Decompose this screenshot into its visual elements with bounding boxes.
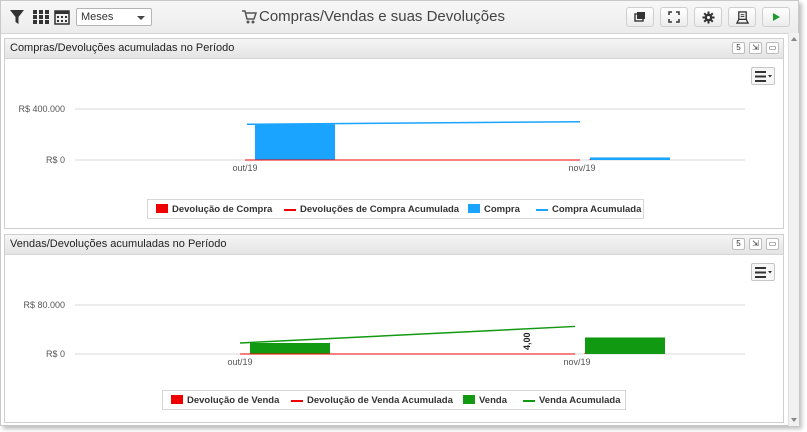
- y-tick-label: R$ 0: [46, 155, 65, 165]
- legend-label: Venda Acumulada: [539, 395, 621, 406]
- period-select[interactable]: Meses: [76, 8, 152, 26]
- legend-item[interactable]: Devoluções de Compra Acumulada: [284, 204, 459, 215]
- panel-expand-button[interactable]: ⇲: [749, 238, 762, 250]
- legend-label: Devoluções de Compra Acumulada: [300, 204, 460, 215]
- window-icon: [634, 12, 645, 22]
- legend-item[interactable]: Compra: [468, 204, 520, 215]
- legend-label: Venda: [479, 395, 507, 406]
- legend-box-swatch: [463, 395, 475, 404]
- legend-label: Devolução de Compra: [172, 204, 273, 215]
- panel-maximize-button[interactable]: ▭: [766, 238, 779, 250]
- legend-box-swatch: [156, 204, 168, 213]
- panel-title: Compras/Devoluções acumuladas no Período: [10, 42, 235, 54]
- scroll-up-icon[interactable]: [789, 35, 799, 43]
- calendar-icon[interactable]: [54, 9, 70, 25]
- bar-compra: [590, 157, 670, 160]
- vendas-panel: Vendas/Devoluções acumuladas no Período …: [4, 234, 784, 423]
- cart-icon: [241, 9, 258, 29]
- window-button[interactable]: [626, 7, 654, 27]
- legend-line-swatch: [284, 209, 296, 211]
- bar-devolucao: [589, 159, 591, 160]
- legend-item[interactable]: Venda: [463, 395, 507, 406]
- x-tick-label: nov/19: [568, 163, 595, 173]
- run-button[interactable]: [762, 7, 790, 27]
- x-tick-label: nov/19: [563, 357, 590, 367]
- bar-devolucao: [584, 353, 586, 354]
- legend-item[interactable]: Devolução de Compra: [156, 204, 272, 215]
- filter-icon[interactable]: [10, 9, 26, 25]
- legend-box-swatch: [468, 204, 480, 213]
- bar-venda: [250, 342, 330, 354]
- app-window: Meses Compras/Vendas e suas Devoluções C…: [0, 0, 799, 426]
- data-label: 4,00: [522, 332, 532, 350]
- y-tick-label: R$ 80.000: [23, 300, 65, 310]
- panel-expand-button[interactable]: ⇲: [749, 42, 762, 54]
- scroll-down-icon[interactable]: [789, 416, 799, 424]
- legend-item[interactable]: Devolução de Venda: [171, 395, 279, 406]
- grid-icon[interactable]: [33, 9, 49, 25]
- compras-legend: Devolução de Compra Devoluções de Compra …: [147, 199, 644, 219]
- legend-line-swatch: [523, 400, 535, 402]
- vendas-legend: Devolução de Venda Devolução de Venda Acu…: [162, 390, 626, 410]
- legend-line-swatch: [536, 209, 548, 211]
- legend-item[interactable]: Compra Acumulada: [536, 204, 641, 215]
- print-icon: [736, 11, 749, 24]
- settings-button[interactable]: [694, 7, 722, 27]
- y-tick-label: R$ 0: [46, 349, 65, 359]
- print-button[interactable]: [728, 7, 756, 27]
- panel-header: Compras/Devoluções acumuladas no Período…: [5, 39, 783, 59]
- legend-item[interactable]: Venda Acumulada: [523, 395, 620, 406]
- legend-label: Devolução de Venda: [187, 395, 280, 406]
- fullscreen-icon: [668, 11, 680, 23]
- legend-label: Devolução de Venda Acumulada: [307, 395, 453, 406]
- panel-option-button[interactable]: 5: [732, 238, 745, 250]
- vertical-scrollbar[interactable]: [788, 33, 799, 426]
- legend-label: Compra Acumulada: [552, 204, 642, 215]
- line-compra-acumulada: [246, 121, 581, 126]
- legend-label: Compra: [484, 204, 520, 215]
- panel-header: Vendas/Devoluções acumuladas no Período …: [5, 235, 783, 255]
- chevron-down-icon: [137, 16, 145, 20]
- fullscreen-button[interactable]: [660, 7, 688, 27]
- period-select-value: Meses: [81, 11, 114, 23]
- bar-venda: [585, 337, 665, 354]
- legend-line-swatch: [291, 400, 303, 402]
- gear-icon: [702, 11, 715, 24]
- panel-maximize-button[interactable]: ▭: [766, 42, 779, 54]
- bar-compra: [255, 124, 335, 160]
- x-tick-label: out/19: [232, 163, 257, 173]
- y-tick-label: R$ 400.000: [18, 104, 65, 114]
- panel-title: Vendas/Devoluções acumuladas no Período: [10, 238, 227, 250]
- panel-option-button[interactable]: 5: [732, 42, 745, 54]
- compras-panel: Compras/Devoluções acumuladas no Período…: [4, 38, 784, 229]
- legend-box-swatch: [171, 395, 183, 404]
- play-icon: [773, 13, 780, 21]
- page-title: Compras/Vendas e suas Devoluções: [259, 8, 505, 25]
- legend-item[interactable]: Devolução de Venda Acumulada: [291, 395, 453, 406]
- x-tick-label: out/19: [227, 357, 252, 367]
- top-toolbar: Meses Compras/Vendas e suas Devoluções: [1, 1, 798, 34]
